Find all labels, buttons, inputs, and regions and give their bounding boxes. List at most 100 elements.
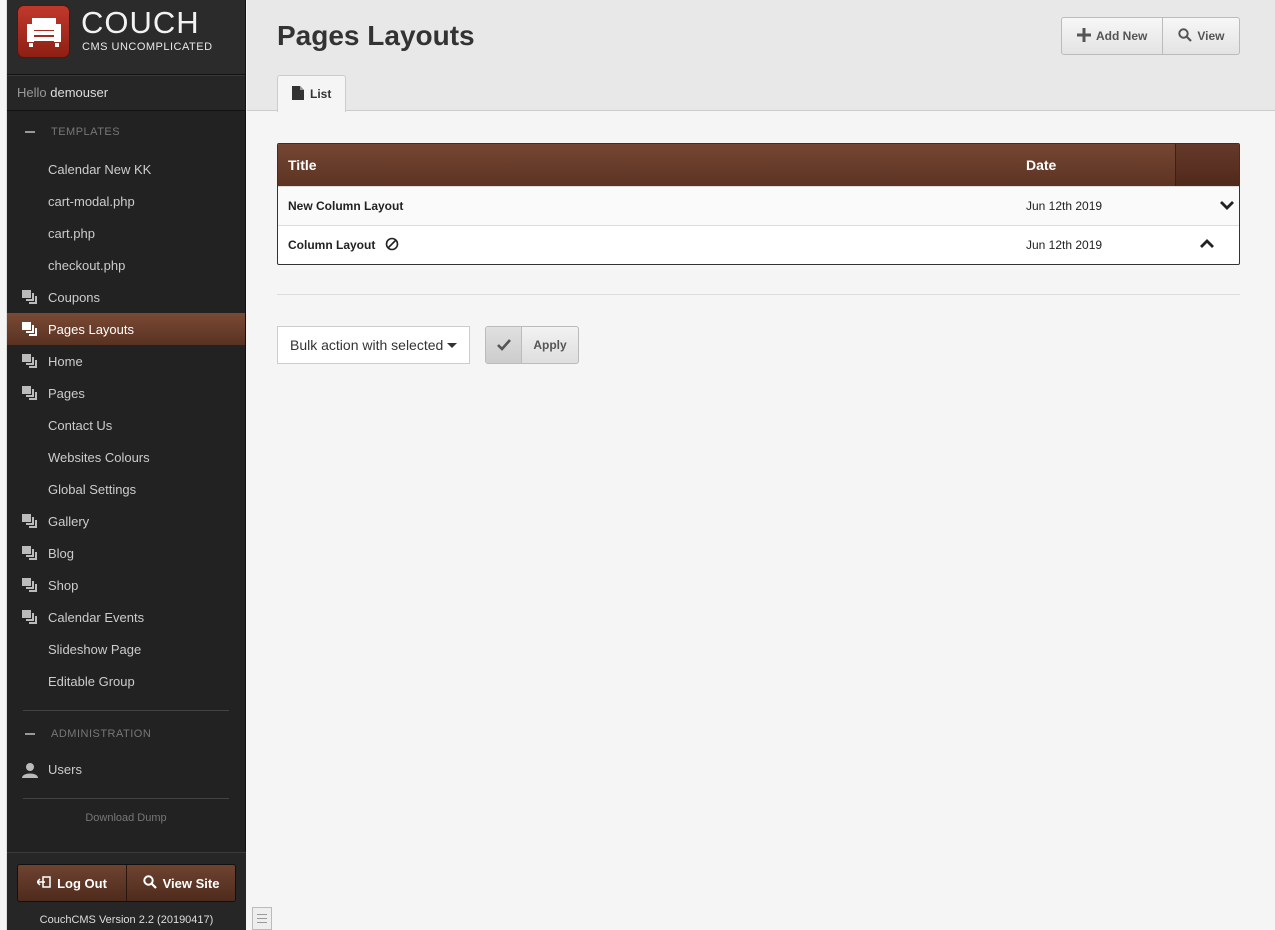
plus-icon — [1077, 27, 1091, 45]
sidebar-item-label: Slideshow Page — [48, 641, 142, 657]
sidebar-item-editable-group[interactable]: Editable Group — [7, 665, 245, 697]
check-icon — [486, 327, 522, 363]
view-site-button[interactable]: View Site — [126, 865, 235, 901]
column-header-title[interactable]: Title — [278, 144, 1016, 186]
clone-icon — [22, 322, 38, 339]
sidebar-item-label: Global Settings — [48, 481, 137, 497]
sidebar-item-shop[interactable]: Shop — [7, 569, 245, 601]
clone-icon — [22, 386, 38, 403]
left-edge-strip — [0, 0, 7, 930]
apply-button[interactable]: Apply — [485, 326, 579, 364]
sidebar-item-label: Gallery — [48, 513, 90, 529]
tab-list-label: List — [310, 87, 332, 101]
cell-title: Column Layout — [278, 226, 1016, 264]
sidebar: COUCH CMS UNCOMPLICATED Hello demouser T… — [7, 0, 246, 930]
logout-label: Log Out — [57, 875, 107, 891]
download-dump-link[interactable]: Download Dump — [7, 812, 245, 824]
main-content: Pages Layouts Add New View List Title Da… — [247, 0, 1275, 930]
sidebar-item-cart-modal-php[interactable]: cart-modal.php — [7, 185, 245, 217]
sidebar-item-blog[interactable]: Blog — [7, 537, 245, 569]
sidebar-item-slideshow-page[interactable]: Slideshow Page — [7, 633, 245, 665]
sidebar-item-calendar-new-kk[interactable]: Calendar New KK — [7, 153, 245, 185]
drag-handle-icon[interactable] — [252, 907, 272, 930]
sidebar-item-label: Shop — [48, 577, 79, 593]
cell-date: Jun 12th 2019 — [1026, 238, 1103, 252]
version-text: CouchCMS Version 2.2 (20190417) — [39, 914, 214, 926]
sidebar-item-global-settings[interactable]: Global Settings — [7, 473, 245, 505]
cell-title: New Column Layout — [278, 187, 1016, 225]
clone-icon — [22, 610, 38, 627]
view-label: View — [1197, 29, 1225, 43]
clone-icon — [22, 514, 38, 531]
add-new-label: Add New — [1096, 29, 1148, 43]
row-title-link[interactable]: Column Layout — [288, 238, 375, 252]
table-body: New Column Layout Jun 12th 2019 Column Lay… — [278, 186, 1239, 264]
sidebar-item-pages[interactable]: Pages — [7, 377, 245, 409]
footer-button-group: Log Out View Site — [17, 864, 236, 902]
sidebar-item-users[interactable]: Users — [7, 753, 245, 785]
chevron-down-icon[interactable] — [1220, 199, 1234, 213]
page-header: Pages Layouts Add New View List — [247, 0, 1275, 112]
sidebar-item-coupons[interactable]: Coupons — [7, 281, 245, 313]
search-icon — [142, 874, 157, 892]
greeting-hello: Hello — [17, 85, 47, 100]
sidebar-item-cart-php[interactable]: cart.php — [7, 217, 245, 249]
sidebar-item-home[interactable]: Home — [7, 345, 245, 377]
column-header-date[interactable]: Date — [1016, 144, 1175, 186]
sidebar-item-contact-us[interactable]: Contact Us — [7, 409, 245, 441]
view-site-label: View Site — [162, 875, 220, 891]
view-button[interactable]: View — [1162, 18, 1239, 54]
clone-icon — [22, 578, 38, 595]
tab-list[interactable]: List — [277, 75, 347, 112]
sidebar-item-label: Pages — [48, 385, 85, 401]
logo-area[interactable]: COUCH CMS UNCOMPLICATED — [7, 0, 245, 75]
clone-icon — [22, 546, 38, 563]
templates-section-toggle[interactable]: TEMPLATES — [7, 122, 245, 142]
chevron-up-icon[interactable] — [1200, 238, 1214, 252]
sidebar-item-gallery[interactable]: Gallery — [7, 505, 245, 537]
column-header-actions — [1175, 144, 1239, 186]
user-icon — [22, 762, 38, 781]
content-divider — [277, 294, 1240, 295]
file-icon — [292, 85, 304, 103]
sidebar-item-pages-layouts[interactable]: Pages Layouts — [7, 313, 245, 345]
greeting-username[interactable]: demouser — [50, 85, 108, 100]
table-row[interactable]: Column Layout Jun 12th 2019 — [278, 225, 1239, 264]
sidebar-item-label: Coupons — [48, 289, 101, 305]
sidebar-item-label: Contact Us — [48, 417, 113, 433]
table-row[interactable]: New Column Layout Jun 12th 2019 — [278, 186, 1239, 225]
sidebar-item-label: checkout.php — [48, 257, 126, 273]
sidebar-item-label: cart.php — [48, 225, 95, 241]
sidebar-item-calendar-events[interactable]: Calendar Events — [7, 601, 245, 633]
couch-logo-icon — [17, 5, 70, 58]
sidebar-item-label: Calendar Events — [48, 609, 145, 625]
sidebar-nav: TEMPLATES Calendar New KK cart-modal.php c… — [7, 111, 245, 824]
sidebar-item-websites-colours[interactable]: Websites Colours — [7, 441, 245, 473]
bulk-action-select[interactable]: Bulk action with selected — [277, 326, 470, 364]
logout-button[interactable]: Log Out — [18, 865, 126, 901]
templates-heading: TEMPLATES — [51, 126, 121, 138]
sidebar-item-label: Editable Group — [48, 673, 135, 689]
apply-label: Apply — [533, 338, 567, 352]
row-title-link[interactable]: New Column Layout — [288, 199, 403, 213]
collapse-icon — [25, 131, 35, 133]
page-title: Pages Layouts — [277, 20, 475, 51]
header-button-group: Add New View — [1061, 17, 1241, 55]
search-icon — [1178, 27, 1193, 45]
caret-down-icon — [447, 343, 457, 348]
collapse-icon — [25, 733, 35, 735]
sidebar-item-label: cart-modal.php — [48, 193, 135, 209]
clone-icon — [22, 354, 38, 371]
sidebar-item-label: Users — [48, 761, 82, 777]
sidebar-footer: Log Out View Site CouchCMS Version 2.2 (… — [7, 852, 246, 930]
cell-date: Jun 12th 2019 — [1026, 199, 1103, 213]
add-new-button[interactable]: Add New — [1062, 18, 1162, 54]
sidebar-divider — [23, 798, 229, 799]
brand-tagline: CMS UNCOMPLICATED — [82, 41, 213, 53]
administration-heading: ADMINISTRATION — [51, 728, 152, 740]
bulk-action-value: Bulk action with selected — [290, 337, 444, 353]
administration-section-toggle[interactable]: ADMINISTRATION — [7, 724, 245, 744]
sidebar-item-checkout-php[interactable]: checkout.php — [7, 249, 245, 281]
greeting: Hello demouser — [7, 75, 245, 111]
templates-list: Calendar New KK cart-modal.php cart.php che… — [7, 153, 245, 697]
